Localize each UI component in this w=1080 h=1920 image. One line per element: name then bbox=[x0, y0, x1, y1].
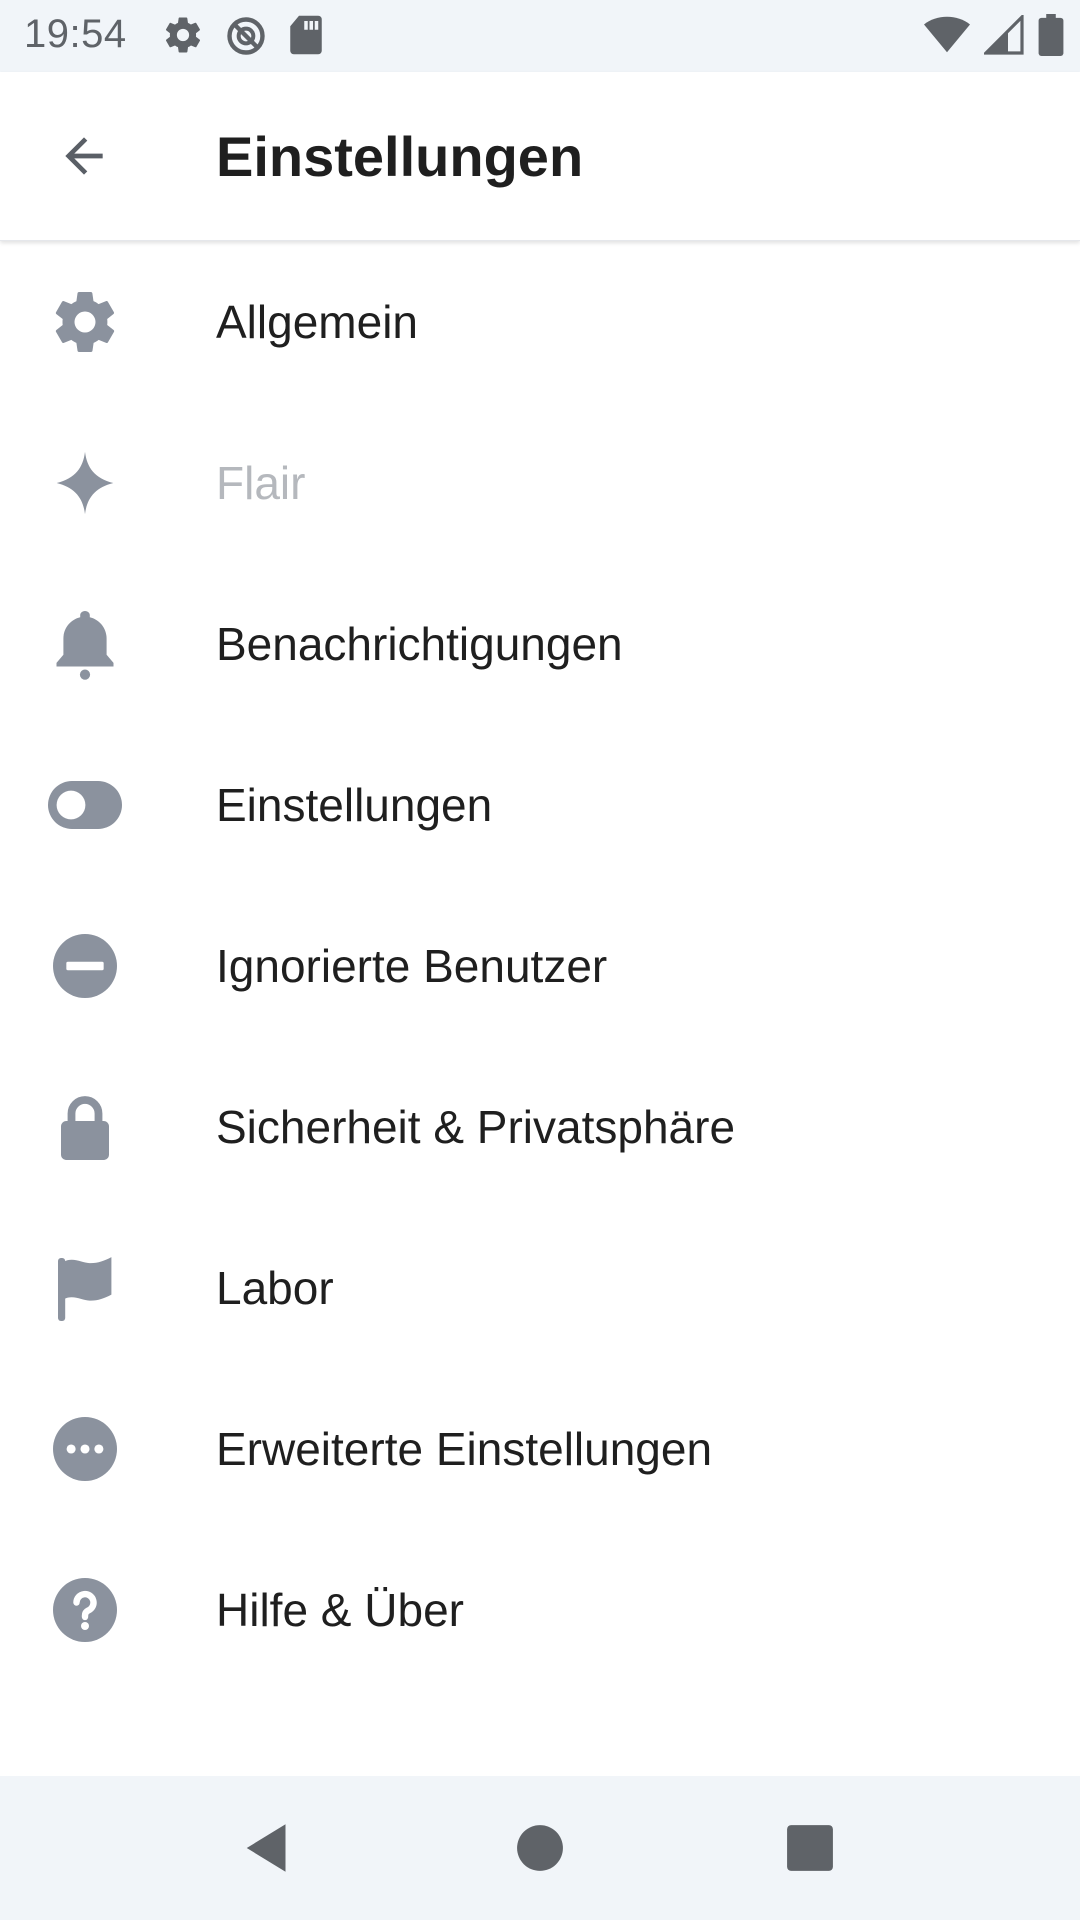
cell-signal-icon bbox=[984, 15, 1024, 55]
sparkle-icon bbox=[45, 443, 125, 523]
toggle-icon bbox=[45, 765, 125, 845]
sd-card-icon bbox=[288, 14, 324, 58]
battery-icon bbox=[1038, 14, 1064, 56]
menu-item-label: Einstellungen bbox=[216, 778, 493, 831]
menu-item-label: Allgemein bbox=[216, 295, 418, 348]
help-icon bbox=[45, 1570, 125, 1650]
status-time: 19:54 bbox=[24, 12, 127, 56]
status-icons-right bbox=[924, 14, 1064, 56]
do-not-disturb-icon bbox=[224, 14, 268, 58]
menu-item-labor[interactable]: Labor bbox=[0, 1207, 1080, 1368]
menu-item-flair[interactable]: Flair bbox=[0, 402, 1080, 563]
menu-item-label: Benachrichtigungen bbox=[216, 617, 623, 670]
menu-item-einstellungen[interactable]: Einstellungen bbox=[0, 724, 1080, 885]
menu-item-ignorierte-benutzer[interactable]: Ignorierte Benutzer bbox=[0, 885, 1080, 1046]
menu-item-label: Erweiterte Einstellungen bbox=[216, 1422, 713, 1475]
flag-icon bbox=[45, 1248, 125, 1328]
settings-icon bbox=[162, 14, 204, 58]
menu-item-label: Sicherheit & Privatsphäre bbox=[216, 1100, 736, 1153]
nav-recents-button[interactable] bbox=[774, 1812, 846, 1884]
status-bar: 19:54 bbox=[0, 0, 1080, 72]
menu-item-label: Ignorierte Benutzer bbox=[216, 939, 608, 992]
bell-icon bbox=[45, 604, 125, 684]
nav-back-button[interactable] bbox=[232, 1812, 304, 1884]
nav-recents-icon bbox=[787, 1825, 833, 1871]
nav-home-icon bbox=[517, 1825, 563, 1871]
lock-icon bbox=[45, 1087, 125, 1167]
menu-item-label: Flair bbox=[216, 456, 306, 509]
block-icon bbox=[45, 926, 125, 1006]
nav-back-icon bbox=[246, 1824, 286, 1872]
nav-home-button[interactable] bbox=[504, 1812, 576, 1884]
menu-item-benachrichtigungen[interactable]: Benachrichtigungen bbox=[0, 563, 1080, 724]
menu-item-label: Hilfe & Über bbox=[216, 1583, 464, 1636]
system-nav-bar bbox=[0, 1776, 1080, 1920]
menu-item-sicherheit[interactable]: Sicherheit & Privatsphäre bbox=[0, 1046, 1080, 1207]
status-icons-left bbox=[162, 14, 324, 58]
arrow-back-icon bbox=[65, 137, 103, 175]
page-title: Einstellungen bbox=[216, 125, 584, 188]
settings-menu: Allgemein Flair Benachrichtigungen Einst… bbox=[0, 241, 1080, 1690]
menu-item-erweiterte-einstellungen[interactable]: Erweiterte Einstellungen bbox=[0, 1368, 1080, 1529]
more-icon bbox=[45, 1409, 125, 1489]
gear-icon bbox=[45, 282, 125, 362]
menu-item-label: Labor bbox=[216, 1261, 334, 1314]
menu-item-allgemein[interactable]: Allgemein bbox=[0, 241, 1080, 402]
wifi-icon bbox=[924, 15, 970, 55]
menu-item-hilfe[interactable]: Hilfe & Über bbox=[0, 1529, 1080, 1690]
back-button[interactable] bbox=[44, 116, 124, 196]
app-bar: Einstellungen bbox=[0, 72, 1080, 241]
